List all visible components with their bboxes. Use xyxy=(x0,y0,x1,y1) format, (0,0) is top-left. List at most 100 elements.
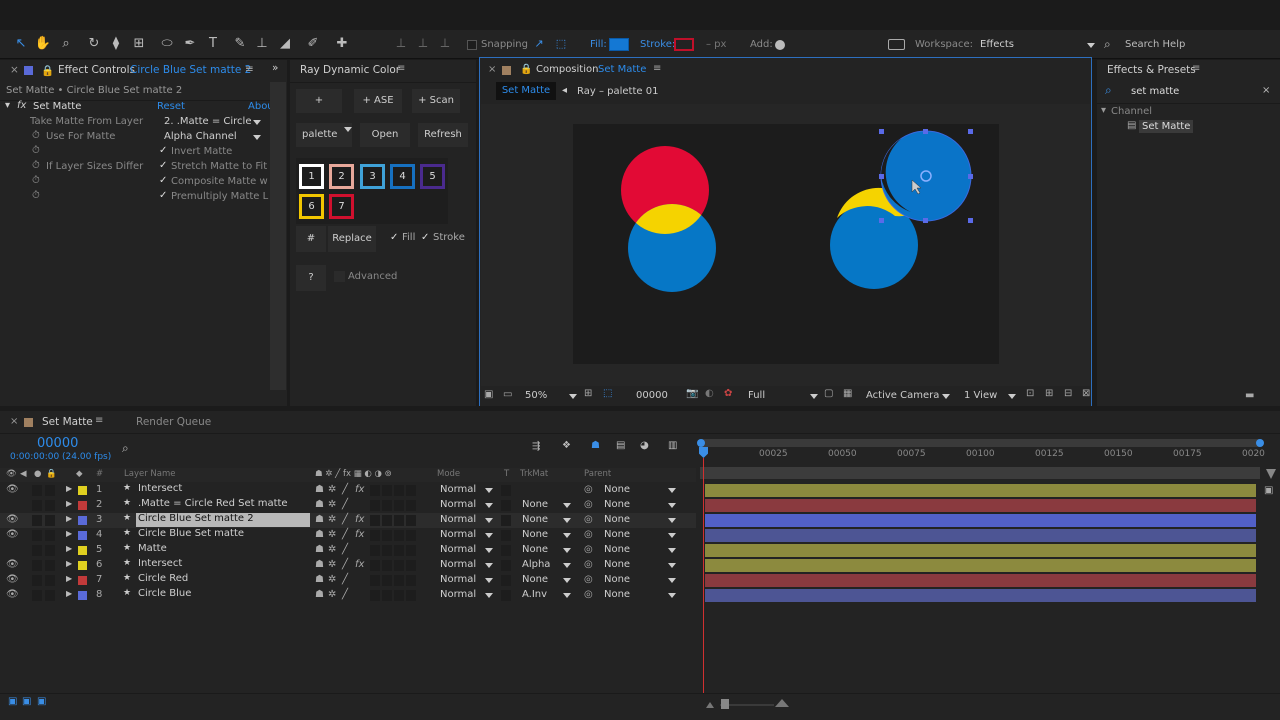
switch-box[interactable] xyxy=(406,515,416,526)
search-help-input[interactable]: Search Help xyxy=(1125,39,1185,50)
panel-menu-icon[interactable]: ≡ xyxy=(653,63,661,74)
swatch-7[interactable]: 7 xyxy=(329,194,354,219)
mode-column[interactable]: Mode xyxy=(437,469,460,479)
table-row[interactable]: 👁 ▶ 7 ★ Circle Red ☗ ✲ ╱ Normal None ◎ None xyxy=(0,573,1280,588)
layer-name[interactable]: Intersect xyxy=(136,558,310,572)
trkmat-select[interactable]: None xyxy=(522,529,571,540)
solo-toggle[interactable] xyxy=(32,485,42,496)
trkmat-select[interactable]: Alpha xyxy=(522,559,571,570)
layer-name[interactable]: .Matte = Circle Red Set matte xyxy=(136,498,310,512)
always-preview-icon[interactable]: ▣ xyxy=(484,389,493,400)
replace-button[interactable]: Replace xyxy=(328,226,376,252)
panel-menu-icon[interactable]: ≡ xyxy=(245,63,254,75)
transparency-grid-icon[interactable]: ▦ xyxy=(843,388,852,399)
effect-twirl-icon[interactable]: ▾ xyxy=(5,100,10,111)
switch-box[interactable] xyxy=(382,500,392,511)
pickwhip-icon[interactable]: ◎ xyxy=(584,589,593,600)
label-color-icon[interactable] xyxy=(78,546,87,555)
breadcrumb-arrow-icon[interactable]: ◂ xyxy=(562,85,567,96)
quality-switch-icon[interactable]: ╱ xyxy=(342,589,348,600)
viewer-area[interactable] xyxy=(481,104,1090,386)
effect-controls-tab-title[interactable]: Effect Controls xyxy=(58,64,135,76)
switch-box[interactable] xyxy=(394,590,404,601)
add-scan-button[interactable]: + Scan xyxy=(412,89,460,113)
zoom-in-icon[interactable] xyxy=(775,699,789,707)
close-icon[interactable]: × xyxy=(10,64,19,76)
label-color-icon[interactable] xyxy=(78,561,87,570)
quality-switch-icon[interactable]: ╱ xyxy=(342,574,348,585)
trkmat-select[interactable]: None xyxy=(522,499,571,510)
take-matte-select[interactable]: 2. .Matte = Circle xyxy=(164,116,261,127)
solo-toggle[interactable] xyxy=(32,590,42,601)
stretch-matte-checkbox[interactable]: ✓ xyxy=(159,160,167,171)
toggle-modes-icon[interactable]: ▣ xyxy=(22,696,31,707)
shy-switch-icon[interactable]: ☗ xyxy=(315,529,324,540)
twirl-icon[interactable]: ▶ xyxy=(66,529,72,538)
frame-blending-icon[interactable]: ▤ xyxy=(616,440,625,451)
shy-switch-icon[interactable]: ☗ xyxy=(315,574,324,585)
refresh-button[interactable]: Refresh xyxy=(418,123,468,147)
switch-box[interactable] xyxy=(394,515,404,526)
quality-switch-icon[interactable]: ╱ xyxy=(342,499,348,510)
switch-box[interactable] xyxy=(370,515,380,526)
solo-toggle[interactable] xyxy=(32,500,42,511)
effect-item-set-matte[interactable]: Set Matte xyxy=(1139,120,1193,133)
timeline-zoom-thumb[interactable] xyxy=(721,699,729,709)
pickwhip-icon[interactable]: ◎ xyxy=(584,574,593,585)
swatch-5[interactable]: 5 xyxy=(420,164,445,189)
mask-visibility-icon[interactable]: ⬚ xyxy=(603,388,612,399)
label-color-icon[interactable] xyxy=(78,591,87,600)
switch-box[interactable] xyxy=(406,590,416,601)
stopwatch-icon[interactable]: ⏱ xyxy=(32,160,40,171)
snap-edges-icon[interactable]: ↗ xyxy=(530,36,548,52)
layer-duration-bar[interactable] xyxy=(705,514,1256,527)
clear-search-icon[interactable]: × xyxy=(1262,85,1270,96)
mode-select[interactable]: Normal xyxy=(440,544,493,555)
comp-breadcrumb-active[interactable]: Set Matte xyxy=(496,82,556,100)
switch-box[interactable] xyxy=(406,530,416,541)
switch-box[interactable] xyxy=(382,515,392,526)
layer-name[interactable]: Matte xyxy=(136,543,310,557)
audio-toggle-icon[interactable]: ◀ xyxy=(20,469,27,479)
shy-switch-icon[interactable]: ☗ xyxy=(315,484,324,495)
solo-toggle[interactable] xyxy=(32,515,42,526)
switch-box[interactable] xyxy=(382,485,392,496)
switch-box[interactable] xyxy=(394,545,404,556)
use-for-matte-select[interactable]: Alpha Channel xyxy=(164,131,261,142)
timeline-search-icon[interactable]: ⌕ xyxy=(122,441,129,456)
rotate-tool-icon[interactable]: ↻ xyxy=(85,36,103,52)
layer-duration-bar[interactable] xyxy=(705,559,1256,572)
open-button[interactable]: Open xyxy=(360,123,410,147)
trkmat-select[interactable]: A.Inv xyxy=(522,589,571,600)
shy-switch-icon[interactable]: ☗ xyxy=(315,589,324,600)
switch-box[interactable] xyxy=(406,575,416,586)
layer-duration-bar[interactable] xyxy=(705,499,1256,512)
stroke-color-swatch[interactable] xyxy=(674,38,694,51)
table-row[interactable]: ▶ 2 ★ .Matte = Circle Red Set matte ☗ ✲ ╱ Norma… xyxy=(0,498,1280,513)
premultiply-matte-checkbox[interactable]: ✓ xyxy=(159,190,167,201)
timeline-timecode[interactable]: 00000 xyxy=(37,436,78,451)
preserve-transparency-toggle[interactable] xyxy=(501,500,511,511)
switch-box[interactable] xyxy=(382,590,392,601)
switch-box[interactable] xyxy=(382,530,392,541)
shy-switch-icon[interactable]: ☗ xyxy=(315,499,324,510)
preserve-transparency-toggle[interactable] xyxy=(501,560,511,571)
pickwhip-icon[interactable]: ◎ xyxy=(584,559,593,570)
switch-box[interactable] xyxy=(370,530,380,541)
zoom-out-icon[interactable] xyxy=(706,702,714,708)
label-color-icon[interactable] xyxy=(78,576,87,585)
lock-column-icon[interactable]: 🔒 xyxy=(46,469,57,479)
camera-select[interactable]: Active Camera xyxy=(866,390,950,401)
comp-marker-bin[interactable] xyxy=(1266,469,1276,479)
fill-checkbox[interactable]: ✓ xyxy=(390,232,398,243)
trkmat-select[interactable]: None xyxy=(522,544,571,555)
pickwhip-icon[interactable]: ◎ xyxy=(584,514,593,525)
invert-matte-checkbox[interactable]: ✓ xyxy=(159,145,167,156)
quality-switch-icon[interactable]: ╱ xyxy=(342,529,348,540)
type-tool-icon[interactable]: T xyxy=(204,36,222,52)
preserve-transparency-toggle[interactable] xyxy=(501,545,511,556)
stopwatch-icon[interactable]: ⏱ xyxy=(32,145,40,156)
lock-toggle[interactable] xyxy=(45,500,55,511)
label-color-icon[interactable] xyxy=(78,531,87,540)
lock-toggle[interactable] xyxy=(45,590,55,601)
